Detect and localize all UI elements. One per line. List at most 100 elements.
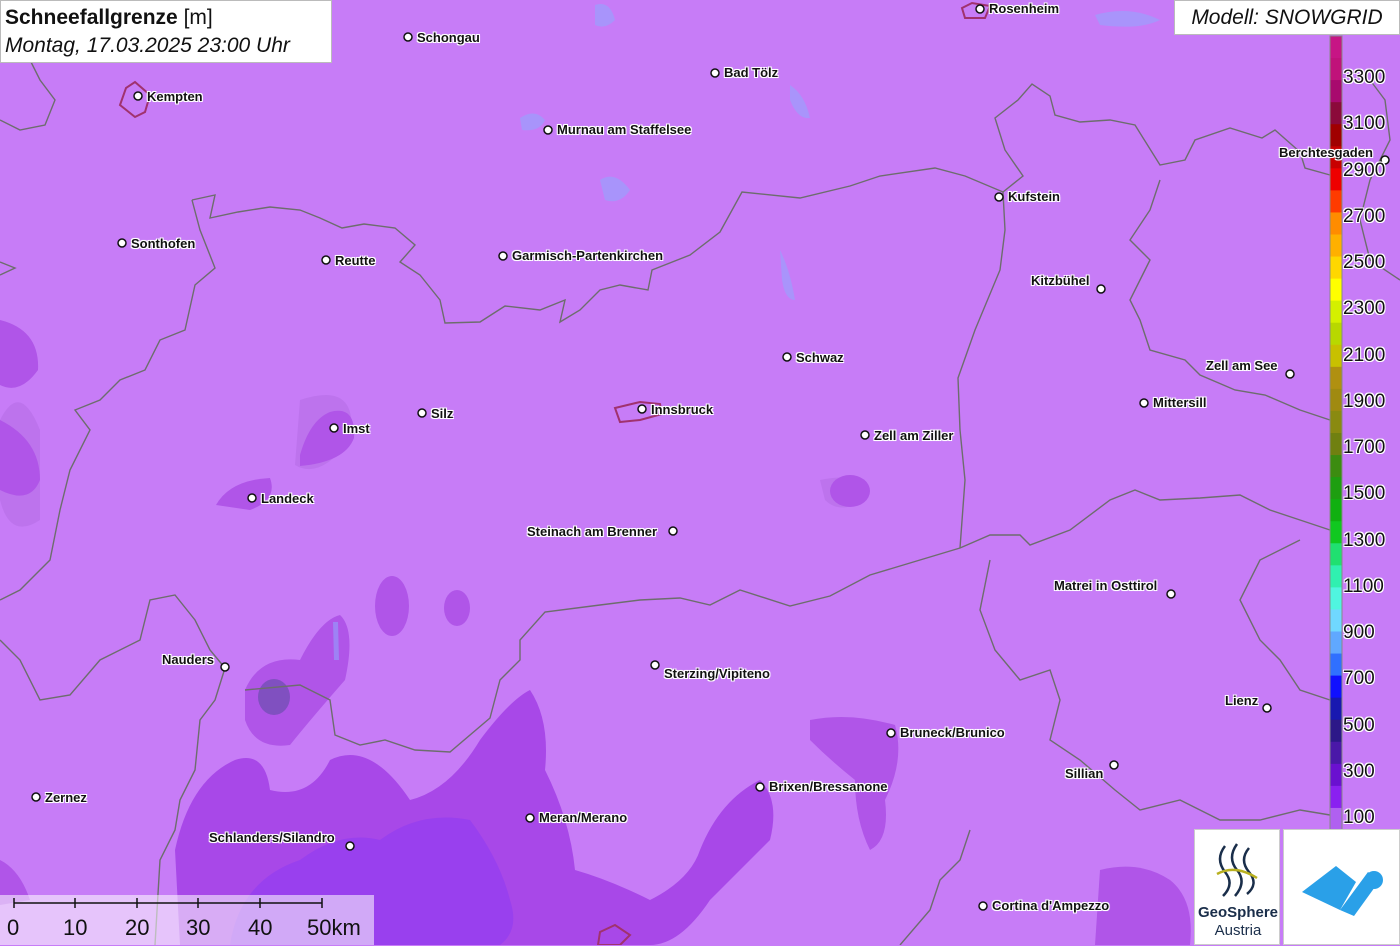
city-label: Bad Tölz bbox=[724, 65, 779, 80]
geosphere-subname: Austria bbox=[1214, 922, 1262, 939]
city-label: Schlanders/Silandro bbox=[209, 830, 335, 845]
legend-label: 1300 bbox=[1343, 529, 1386, 551]
legend-swatch bbox=[1330, 212, 1342, 235]
legend-swatch bbox=[1330, 102, 1342, 125]
legend-swatch bbox=[1330, 631, 1342, 655]
legend-label: 2900 bbox=[1343, 159, 1386, 181]
legend-swatch bbox=[1330, 587, 1342, 610]
legend-swatch bbox=[1330, 278, 1342, 302]
city-label: Zernez bbox=[45, 790, 87, 805]
legend-swatch bbox=[1330, 565, 1342, 588]
legend-label: 100 bbox=[1343, 807, 1375, 828]
city-label: Kempten bbox=[147, 89, 203, 104]
geosphere-name: GeoSphere bbox=[1197, 904, 1279, 921]
legend-swatch bbox=[1330, 300, 1342, 324]
city-label: Nauders bbox=[162, 652, 215, 667]
legend-swatch bbox=[1330, 234, 1342, 258]
legend-swatch bbox=[1330, 455, 1342, 478]
legend-swatch bbox=[1330, 433, 1342, 456]
scale-tick: 40 bbox=[248, 915, 273, 940]
legend-label: 2500 bbox=[1343, 252, 1386, 273]
city-label: Cortina d'Ampezzo bbox=[992, 898, 1110, 913]
legend-swatch bbox=[1330, 344, 1342, 368]
city-label: Murnau am Staffelsee bbox=[557, 122, 692, 137]
city-label: Kitzbühel bbox=[1031, 273, 1090, 288]
legend-swatch bbox=[1330, 763, 1342, 787]
scale-tick: 30 bbox=[186, 915, 211, 940]
city-label: Steinach am Brenner bbox=[527, 524, 658, 539]
legend-swatch bbox=[1330, 388, 1342, 412]
legend-swatch bbox=[1330, 124, 1342, 147]
legend-swatch bbox=[1330, 190, 1342, 213]
legend-swatch bbox=[1330, 410, 1342, 434]
city-label: Meran/Merano bbox=[539, 810, 628, 825]
city-label: Sterzing/Vipiteno bbox=[664, 666, 770, 681]
map-title-box: Schneefallgrenze [m] Montag, 17.03.2025 … bbox=[0, 0, 332, 63]
city-label: Reutte bbox=[335, 253, 376, 268]
city-label: Imst bbox=[343, 421, 370, 436]
legend-label: 3100 bbox=[1343, 113, 1386, 135]
scale-tick: 20 bbox=[125, 915, 150, 940]
map-title: Schneefallgrenze [m] bbox=[5, 3, 327, 33]
legend-swatch bbox=[1330, 543, 1342, 566]
legend-swatch bbox=[1330, 499, 1342, 522]
legend-swatch bbox=[1330, 807, 1342, 831]
geosphere-logo[interactable]: GeoSphere Austria bbox=[1194, 829, 1280, 945]
legend-label: 1100 bbox=[1343, 575, 1384, 597]
legend-swatch bbox=[1330, 741, 1342, 765]
legend-label: 3300 bbox=[1343, 67, 1386, 88]
city-label: Mittersill bbox=[1153, 395, 1207, 410]
legend-swatch bbox=[1330, 675, 1342, 699]
legend-label: 1700 bbox=[1343, 437, 1386, 458]
city-label: Sonthofen bbox=[131, 236, 196, 251]
city-label: Berchtesgaden bbox=[1279, 145, 1373, 160]
legend-swatch bbox=[1330, 58, 1342, 81]
legend-swatch bbox=[1330, 653, 1342, 677]
city-label: Schongau bbox=[417, 30, 480, 45]
map-datetime: Montag, 17.03.2025 23:00 Uhr bbox=[5, 34, 290, 57]
city-label: Silz bbox=[431, 406, 454, 421]
legend-swatch bbox=[1330, 719, 1342, 743]
scale-bar: 0 10 20 30 40 50km bbox=[0, 895, 374, 945]
map-canvas[interactable] bbox=[0, 0, 1400, 945]
scale-tick: 50km bbox=[307, 915, 361, 940]
legend-swatch bbox=[1330, 697, 1342, 721]
city-label: Brixen/Bressanone bbox=[769, 779, 888, 794]
city-label: Rosenheim bbox=[989, 1, 1060, 16]
legend-swatch bbox=[1330, 366, 1342, 390]
city-label: Schwaz bbox=[796, 350, 844, 365]
legend-label: 1900 bbox=[1343, 390, 1386, 412]
legend-swatch bbox=[1330, 521, 1342, 544]
legend-label: 2300 bbox=[1343, 298, 1386, 320]
legend-label: 1500 bbox=[1343, 483, 1386, 505]
city-label: Bruneck/Brunico bbox=[900, 725, 1005, 740]
legend-label: 2700 bbox=[1343, 205, 1386, 227]
city-label: Lienz bbox=[1225, 693, 1259, 708]
city-label: Matrei in Osttirol bbox=[1054, 578, 1158, 593]
partner-logo[interactable] bbox=[1283, 829, 1400, 945]
city-label: Kufstein bbox=[1008, 189, 1060, 204]
legend-swatch bbox=[1330, 256, 1342, 280]
city-label: Sillian bbox=[1065, 766, 1104, 781]
legend-label: 700 bbox=[1343, 668, 1375, 690]
geosphere-emblem-icon bbox=[1216, 843, 1258, 897]
model-label: Modell: SNOWGRID bbox=[1174, 0, 1400, 35]
legend-swatch bbox=[1330, 80, 1342, 103]
legend-swatch bbox=[1330, 609, 1342, 632]
scale-tick: 0 bbox=[7, 915, 20, 940]
legend-swatch bbox=[1330, 36, 1342, 59]
scale-tick: 10 bbox=[63, 915, 88, 940]
city-label: Zell am Ziller bbox=[874, 428, 954, 443]
legend-label: 2100 bbox=[1343, 344, 1386, 366]
city-label: Landeck bbox=[261, 491, 314, 506]
city-label: Garmisch-Partenkirchen bbox=[512, 248, 664, 263]
cloud-arrow-icon bbox=[1302, 866, 1383, 916]
legend-label: 300 bbox=[1343, 760, 1375, 782]
legend-swatch bbox=[1330, 477, 1342, 500]
city-label: Zell am See bbox=[1206, 358, 1278, 373]
legend-label: 900 bbox=[1343, 622, 1375, 643]
title-main: Schneefallgrenze bbox=[5, 6, 178, 29]
legend-swatch bbox=[1330, 785, 1342, 809]
title-unit: [m] bbox=[183, 6, 213, 29]
legend-swatch bbox=[1330, 168, 1342, 191]
